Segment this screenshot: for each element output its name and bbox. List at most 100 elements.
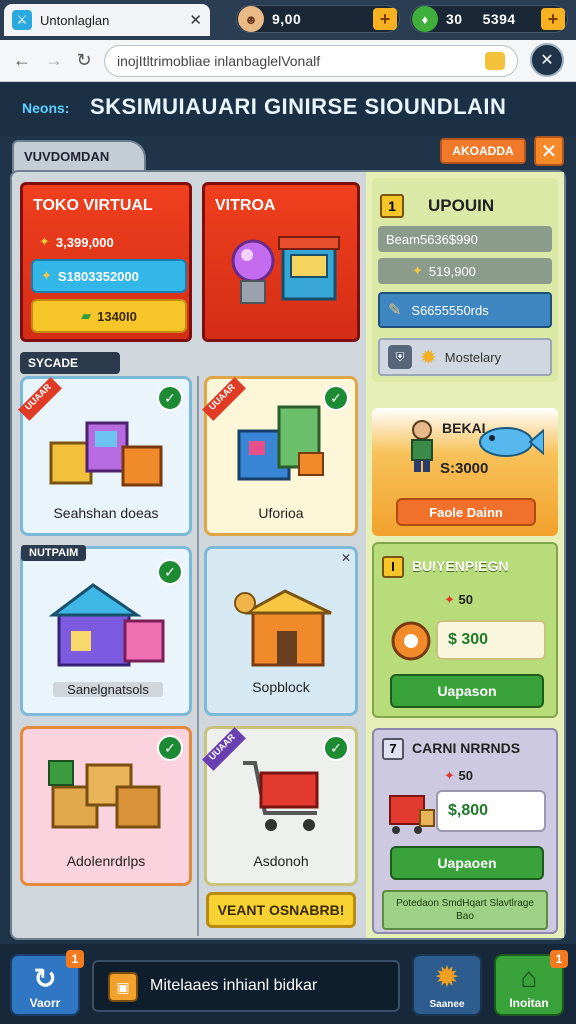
shop-card-1[interactable]: UUAAR ✓ Seahshan doeas	[18, 376, 192, 536]
refresh-icon: ↻	[33, 963, 57, 994]
gear-icon: ✹	[434, 961, 460, 994]
header-label: Neons:	[22, 100, 70, 116]
message-text: Mitelaaes inhianl bidkar	[150, 977, 318, 994]
shop-name: Sanelgnatsols	[53, 682, 163, 697]
shield-icon: ⛨	[388, 345, 412, 369]
shop-card-6[interactable]: UUAAR ✓ Asdonoh	[202, 726, 358, 886]
tool-icon: ✎	[388, 302, 402, 319]
column-divider	[197, 376, 199, 936]
gem-icon: ♦	[412, 6, 438, 32]
vitroa-title: VITROA	[215, 197, 276, 214]
shop-badge: 1	[550, 950, 568, 968]
shop-card-3[interactable]: NUTPAIM ✓ Sanelgnatsols	[20, 545, 192, 716]
toko-virtual-card[interactable]: TOKO VIRTUAL ✦ 3,399,000 ✦ S1803352000 ▰…	[20, 182, 192, 342]
shop-name: Seahshan doeas	[53, 505, 159, 521]
message-bar[interactable]: ▣ Mitelaaes inhianl bidkar	[92, 960, 400, 1012]
offer-2-price: $,800	[436, 790, 546, 832]
offer-2-button[interactable]: Uapaoen	[390, 846, 544, 880]
upgrade-row-2: ✦ 519,900	[378, 258, 552, 284]
toko-yellow-button[interactable]: ▰ 1340I0	[31, 299, 187, 333]
character-icon	[411, 420, 433, 472]
shop-card-4[interactable]: ✕ Sopblock	[204, 546, 358, 716]
add-coins-button[interactable]: +	[373, 8, 397, 30]
gem-value: 30	[446, 11, 463, 27]
url-text: inojItltrimobliae inlanbaglelVonalf	[117, 53, 321, 69]
toko-title: TOKO VIRTUAL	[33, 197, 153, 214]
game-header: Neons: SKSIMUIAUARI GINIRSE SIOUNDLAIN	[0, 82, 576, 136]
refresh-badge: 1	[66, 950, 84, 968]
right-column: 1 UPOUIN Beam5636$990 ✦ 519,900 ✎ S66555…	[366, 172, 564, 938]
shop-tag: NUTPAIM	[21, 545, 87, 561]
refresh-button[interactable]: ↻ Vaorr 1	[10, 950, 84, 1016]
offer-1-index: I	[382, 556, 404, 578]
shop-name: Asdonoh	[253, 853, 309, 869]
shop-card-5[interactable]: ✓ Adolenrdrlps	[20, 726, 192, 886]
crates-icon	[48, 760, 161, 829]
extension-icon[interactable]	[485, 52, 505, 70]
toko-yellow-value: 1340I0	[97, 308, 137, 324]
section-label: SYCADE	[20, 352, 120, 374]
reload-icon[interactable]: ↻	[72, 48, 96, 72]
refresh-label: Vaorr	[29, 996, 61, 1010]
upgrade-row-1: Beam5636$990	[378, 226, 552, 252]
toko-blue-button[interactable]: ✦ S1803352000	[31, 259, 187, 293]
yellow-cta-button[interactable]: VEANT OSNABRB!	[206, 892, 356, 928]
offer-2-title: CARNI NRRNDS	[412, 740, 521, 756]
add-gems-button[interactable]: +	[541, 8, 565, 30]
app-favicon-icon: ⚔	[12, 10, 32, 30]
panel-tab[interactable]: VUVDOMDAN	[12, 140, 146, 172]
tools-icon[interactable]: ✕	[530, 43, 564, 77]
gem-counter: ♦ 30 5394 +	[410, 5, 568, 33]
storefront-icon: ⌂	[520, 962, 538, 993]
settings-label: Saanee	[429, 999, 465, 1010]
shop-name: Adolenrdrlps	[66, 853, 146, 869]
toko-price: 3,399,000	[55, 234, 114, 250]
upgrade-row-1-text: Beam5636$990	[386, 231, 478, 247]
store-building-icon	[237, 405, 324, 481]
back-arrow-icon[interactable]: ←	[10, 48, 34, 72]
score-value: 5394	[482, 11, 516, 27]
card-close-icon[interactable]: ✕	[341, 551, 351, 565]
lightbulb-machine-icon	[231, 236, 340, 304]
offer-2-index: 7	[382, 738, 404, 760]
offer-1-button[interactable]: Uapason	[390, 674, 544, 708]
coin-icon: ✦	[412, 263, 423, 278]
shop-name: Sopblock	[252, 679, 310, 695]
vitroa-card[interactable]: VITROA	[202, 182, 360, 342]
shop-button[interactable]: ⌂ Inoitan 1	[494, 950, 568, 1016]
coin-icon: ✦	[41, 268, 52, 283]
address-bar: ← → ↻ inojItltrimobliae inlanbaglelVonal…	[0, 40, 576, 82]
forward-arrow-icon[interactable]: →	[42, 48, 66, 72]
upgrade-panel: 1 UPOUIN Beam5636$990 ✦ 519,900 ✎ S66555…	[372, 178, 558, 382]
promo-button[interactable]: Faole Dainn	[396, 498, 536, 526]
shop-card-2[interactable]: UUAAR ✓ Uforioa	[202, 376, 358, 536]
tab-close-icon[interactable]: ✕	[189, 11, 202, 29]
shop-label: Inoitan	[509, 996, 549, 1010]
gear-icon: ✹	[420, 346, 437, 369]
settings-button[interactable]: ✹ Saanee	[412, 954, 482, 1016]
coin-icon: ✦	[39, 234, 50, 249]
offer-panel-1: I BUIYENPIEGN ✦ 50 $ 300 Uapason	[372, 542, 558, 718]
shopping-cart-icon	[243, 761, 319, 831]
tab-title: Untonlaglan	[40, 12, 110, 28]
url-field[interactable]: inojItltrimobliae inlanbaglelVonalf	[104, 45, 518, 77]
bag-icon: ▣	[108, 972, 138, 1002]
shop-name: Uforioa	[258, 505, 304, 521]
panel-action-button[interactable]: AKOADDA	[440, 138, 526, 164]
offer-1-price: $ 300	[436, 620, 546, 660]
mini-cart-icon	[389, 795, 435, 834]
upgrade-title: UPOUIN	[428, 196, 495, 215]
browser-tab[interactable]: ⚔ Untonlaglan ✕	[4, 4, 210, 36]
coin-counter: ☻ 9,00 +	[236, 5, 400, 33]
upgrade-index: 1	[380, 194, 404, 218]
offer-2-small-price-text: 50	[458, 768, 473, 783]
upgrade-row-4[interactable]: ⛨ ✹ Mostelary	[378, 338, 552, 376]
upgrade-row-3[interactable]: ✎ S6655550rds	[378, 292, 552, 328]
player-avatar-icon: ☻	[238, 6, 264, 32]
upgrade-row-3-text: S6655550rds	[411, 302, 489, 318]
promo-price: S:3000	[440, 460, 489, 477]
upgrade-row-4-text: Mostelary	[444, 349, 502, 365]
offer-2-small-price: ✦ 50	[444, 768, 473, 784]
tag-icon: ✦	[444, 768, 455, 783]
panel-close-button[interactable]: ✕	[534, 136, 564, 166]
